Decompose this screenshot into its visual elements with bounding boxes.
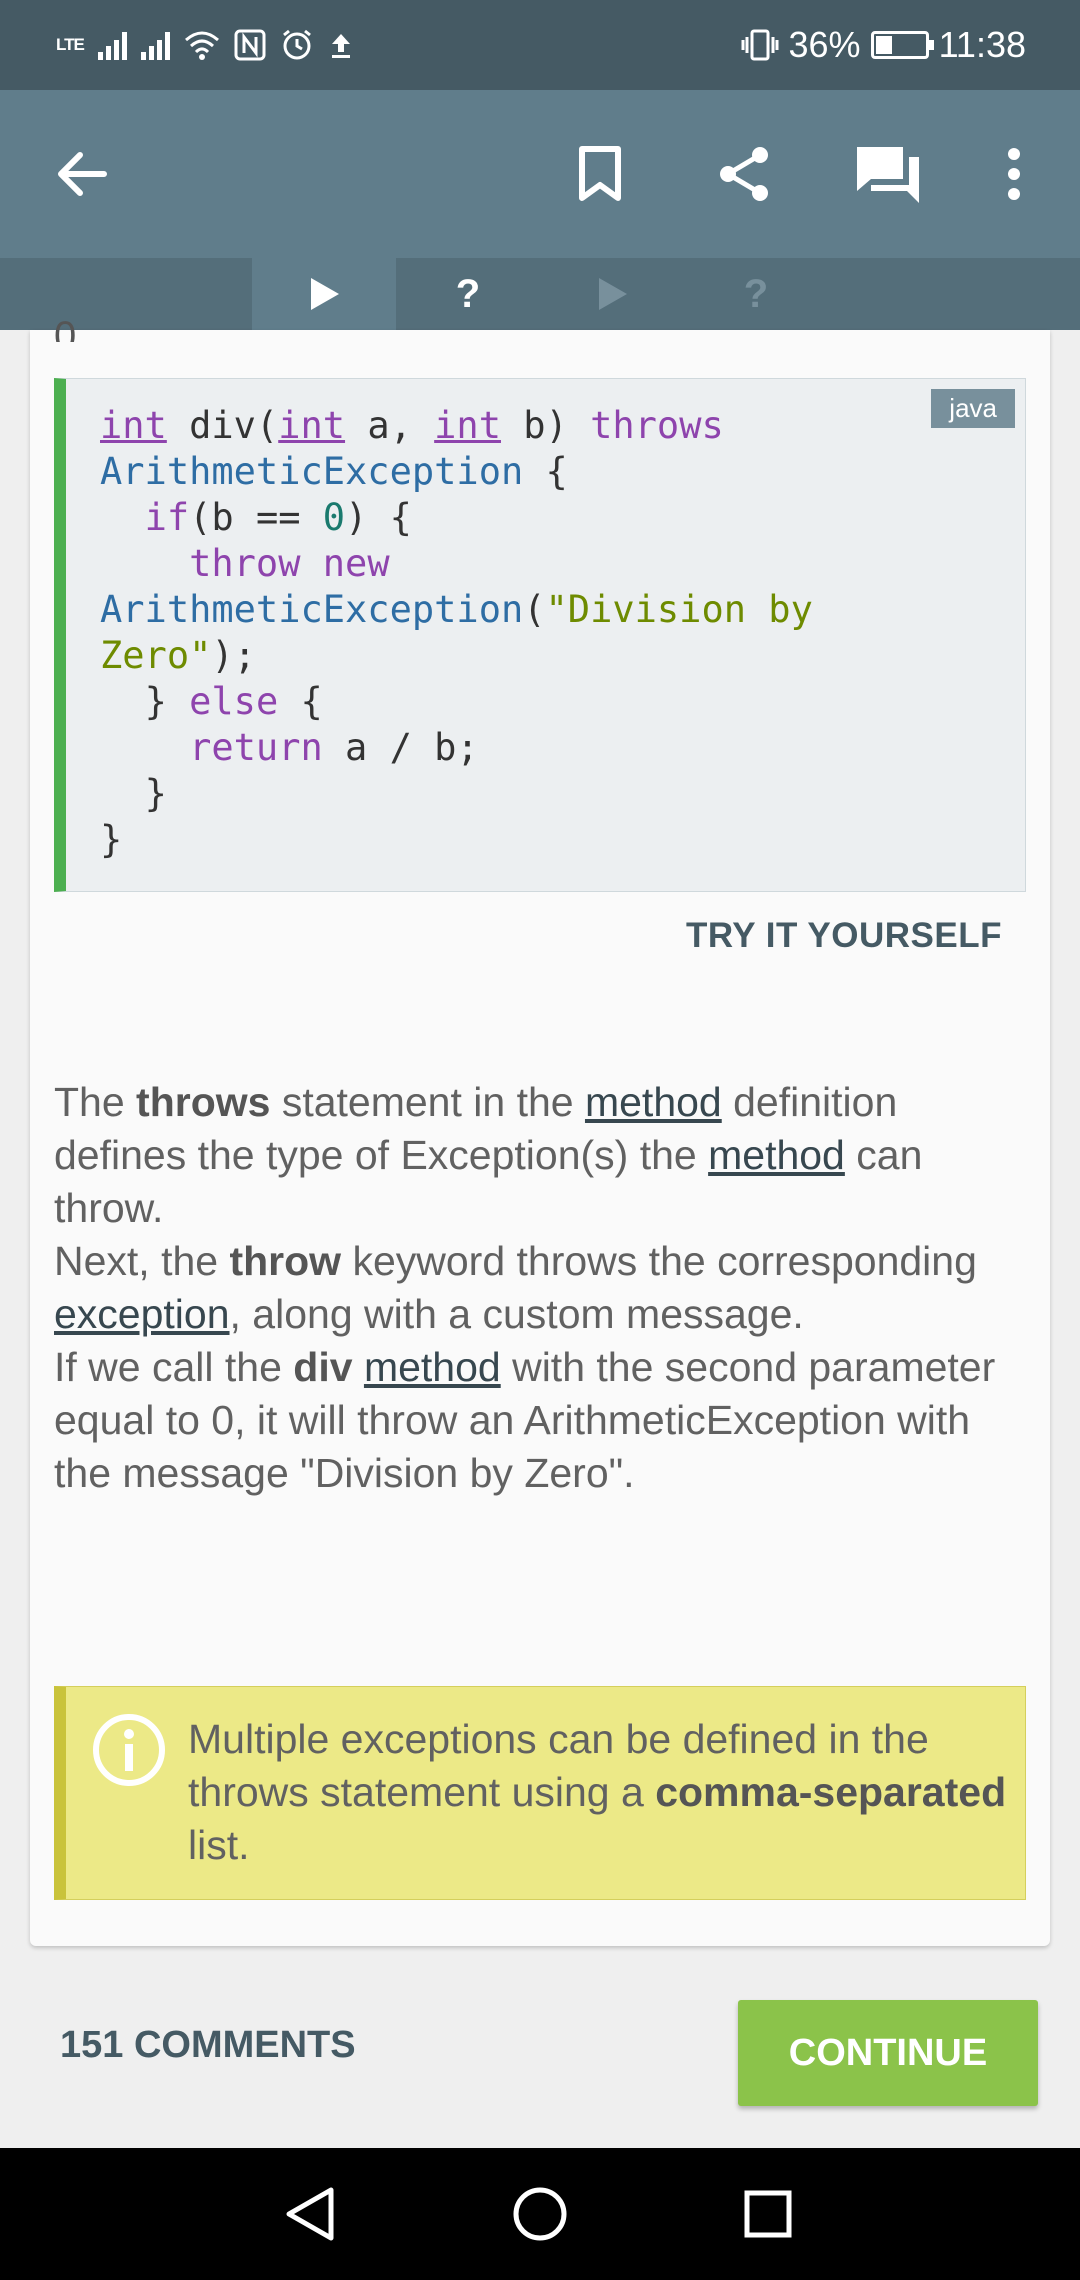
play-icon — [599, 278, 627, 310]
clock: 11:38 — [938, 24, 1026, 65]
signal-2-icon — [140, 30, 170, 60]
status-left: LTE — [56, 18, 354, 72]
quiz-mark: ? — [455, 271, 481, 316]
alarm-icon — [282, 29, 311, 60]
nav-recents-button[interactable] — [728, 2174, 808, 2254]
nav-back-button[interactable] — [270, 2174, 350, 2254]
nav-back-icon — [286, 2187, 334, 2241]
battery-percent: 36% — [788, 24, 861, 65]
back-button[interactable] — [40, 132, 124, 216]
cutoff-text: 0. — [54, 316, 88, 342]
status-right: 36% 11:38 — [741, 18, 1026, 72]
share-icon — [720, 147, 768, 201]
tab-quiz-2[interactable]: ? — [684, 258, 828, 330]
app-bar — [0, 90, 1080, 258]
battery-fill — [875, 36, 893, 54]
signal-icon — [97, 30, 127, 60]
vibrate-icon — [741, 29, 779, 61]
code-block: java int div(int a, int b) throws Arithm… — [54, 378, 1026, 892]
comments-icon — [857, 147, 919, 203]
lesson-tab-strip: ? ? — [0, 258, 1080, 330]
bookmark-button[interactable] — [558, 132, 642, 216]
try-it-yourself-button[interactable]: TRY IT YOURSELF — [686, 916, 1002, 956]
quiz-mark: ? — [743, 271, 769, 316]
lesson-card: 0. java int div(int a, int b) throws Ari… — [30, 316, 1050, 1946]
code-text: int div(int a, int b) throws ArithmeticE… — [100, 404, 813, 861]
exception-link[interactable]: exception — [54, 1291, 230, 1337]
wifi-icon — [184, 31, 219, 60]
method-link[interactable]: method — [585, 1079, 722, 1125]
bookmark-icon — [579, 146, 621, 201]
upload-icon — [331, 34, 350, 58]
nfc-icon — [234, 29, 266, 61]
battery-icon — [870, 31, 934, 59]
continue-button[interactable]: CONTINUE — [738, 2000, 1038, 2106]
play-icon — [311, 278, 339, 310]
tab-quiz-1[interactable]: ? — [396, 258, 540, 330]
tab-lesson-1[interactable] — [252, 258, 396, 330]
status-bar: LTE 36% 11:38 — [0, 0, 1080, 90]
nav-home-button[interactable] — [500, 2174, 580, 2254]
info-icon — [93, 1714, 165, 1786]
method-link[interactable]: method — [708, 1132, 845, 1178]
more-vert-icon — [1008, 148, 1020, 200]
tab-lesson-2[interactable] — [540, 258, 684, 330]
comments-count-button[interactable]: 151 COMMENTS — [60, 2024, 356, 2067]
comments-button[interactable] — [846, 132, 930, 216]
more-options-button[interactable] — [972, 132, 1056, 216]
tip-box: Multiple exceptions can be defined in th… — [54, 1686, 1026, 1900]
back-arrow-icon — [58, 152, 107, 196]
nav-home-icon — [513, 2187, 567, 2241]
tip-text: Multiple exceptions can be defined in th… — [188, 1716, 1007, 1868]
lesson-text: The throws statement in the method defin… — [54, 1079, 996, 1496]
code-language-badge: java — [931, 389, 1015, 428]
nav-recents-icon — [744, 2190, 792, 2238]
share-button[interactable] — [702, 132, 786, 216]
method-link[interactable]: method — [364, 1344, 501, 1390]
navigation-bar — [0, 2148, 1080, 2280]
network-type: LTE — [56, 35, 85, 54]
